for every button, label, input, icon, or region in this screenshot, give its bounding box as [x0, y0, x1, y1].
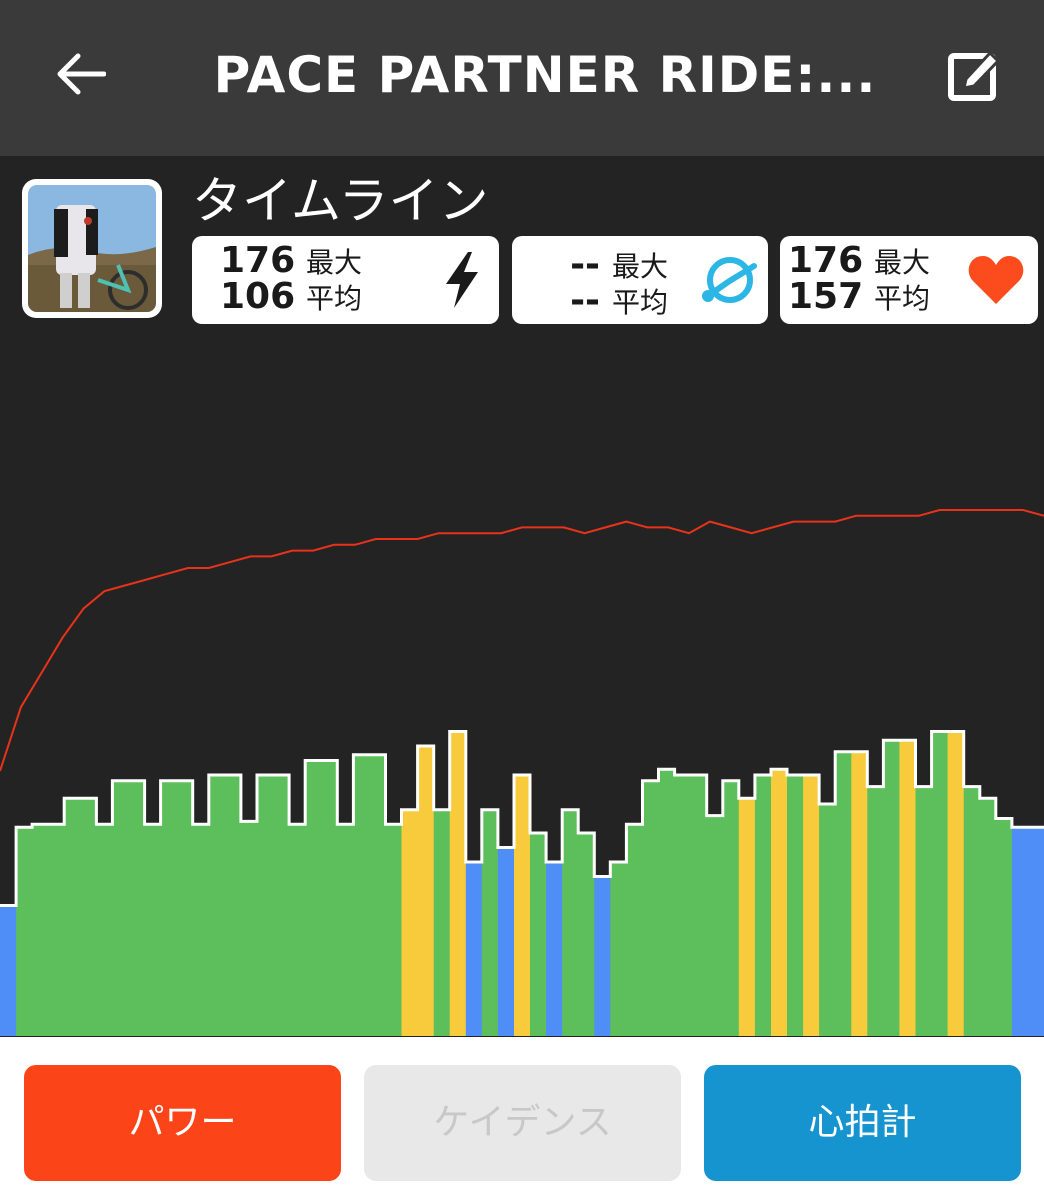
power-bar	[979, 798, 997, 1036]
power-bar	[546, 862, 563, 1036]
power-bar	[594, 876, 611, 1036]
power-bar	[64, 798, 81, 1036]
power-bar	[690, 775, 708, 1036]
cadence-avg-label: 平均	[612, 286, 669, 319]
power-bar	[112, 780, 130, 1036]
power-bar	[80, 798, 97, 1036]
power-bar	[610, 862, 627, 1036]
power-max-label: 最大	[306, 246, 363, 279]
power-bar	[96, 824, 114, 1036]
power-stat-card: 176 最大 106 平均	[192, 236, 499, 324]
power-bar	[16, 827, 33, 1036]
power-bar	[722, 780, 740, 1036]
power-bar	[514, 775, 531, 1036]
power-bar	[385, 824, 403, 1036]
heart-rate-stat-card: 176 最大 157 平均	[780, 236, 1038, 324]
power-bar	[867, 786, 884, 1036]
power-bar	[192, 824, 210, 1036]
heart-rate-avg-label: 平均	[874, 282, 931, 315]
power-bar	[706, 815, 724, 1036]
power-bar	[626, 824, 644, 1036]
power-bar	[369, 754, 387, 1036]
power-bar	[305, 760, 322, 1036]
timeline-chart	[0, 509, 1044, 1036]
power-bar	[642, 780, 660, 1036]
mode-selector: パワー ケイデンス 心拍計	[0, 1037, 1044, 1200]
power-bar	[578, 833, 595, 1036]
back-button[interactable]	[48, 44, 112, 104]
timeline-title: タイムライン	[192, 172, 489, 230]
power-bar	[337, 824, 354, 1036]
power-bar	[915, 786, 933, 1036]
power-bar	[995, 818, 1013, 1036]
power-bar	[401, 809, 419, 1036]
power-avg-value: 106	[220, 276, 296, 317]
power-bar	[0, 905, 17, 1036]
power-bar	[433, 809, 451, 1036]
cadence-icon	[698, 250, 758, 310]
power-bar	[224, 775, 242, 1036]
power-mode-button[interactable]: パワー	[24, 1065, 341, 1181]
cadence-stat-card: -- 最大 -- 平均	[512, 236, 768, 324]
heart-rate-mode-button[interactable]: 心拍計	[704, 1065, 1021, 1181]
power-bar	[257, 775, 274, 1036]
cadence-max-value: --	[570, 244, 600, 285]
power-bar	[835, 751, 852, 1036]
power-bar	[32, 824, 49, 1036]
power-bar	[947, 731, 965, 1036]
power-bar	[771, 769, 788, 1036]
heart-rate-max-label: 最大	[874, 246, 931, 279]
cadence-max-label: 最大	[612, 250, 669, 283]
top-bar: PACE PARTNER RIDE:...	[0, 0, 1044, 156]
power-bar	[899, 740, 917, 1036]
power-bar	[1011, 827, 1029, 1036]
power-bar	[658, 769, 676, 1036]
power-bar	[465, 862, 483, 1036]
power-bar	[562, 809, 579, 1036]
power-bar	[851, 751, 868, 1036]
power-bar	[240, 821, 258, 1036]
power-bar	[674, 775, 692, 1036]
lightning-icon	[432, 250, 492, 310]
power-bar	[963, 786, 981, 1036]
power-bar	[819, 804, 836, 1036]
power-bar	[1027, 827, 1044, 1036]
avatar[interactable]	[22, 179, 162, 318]
power-bar	[417, 746, 435, 1036]
heart-rate-line	[0, 509, 1044, 772]
power-max-value: 176	[220, 240, 296, 281]
power-bar	[321, 760, 338, 1036]
heart-icon	[966, 250, 1026, 310]
power-bar	[208, 775, 226, 1036]
power-bar	[754, 775, 772, 1036]
power-bar	[497, 847, 515, 1036]
power-bar	[449, 731, 467, 1036]
power-bar	[273, 775, 290, 1036]
power-bar	[128, 780, 146, 1036]
heart-rate-max-value: 176	[788, 240, 864, 281]
cadence-avg-value: --	[570, 280, 600, 321]
edit-button[interactable]	[942, 42, 1006, 106]
power-bar	[931, 731, 949, 1036]
power-bar	[353, 754, 371, 1036]
power-bar	[787, 775, 804, 1036]
power-bar	[738, 798, 756, 1036]
power-bar	[48, 824, 65, 1036]
avatar-photo	[28, 185, 156, 312]
cadence-mode-button[interactable]: ケイデンス	[364, 1065, 681, 1181]
power-bar	[803, 775, 820, 1036]
power-bar	[176, 780, 194, 1036]
power-bar	[883, 740, 901, 1036]
edit-icon	[948, 50, 1001, 101]
heart-rate-avg-value: 157	[788, 276, 864, 317]
page-title: PACE PARTNER RIDE:...	[213, 46, 877, 104]
power-bar	[160, 780, 178, 1036]
power-bar	[289, 824, 306, 1036]
power-bar	[481, 809, 499, 1036]
power-area	[0, 731, 1044, 1036]
power-bar	[144, 824, 162, 1036]
power-avg-label: 平均	[306, 282, 363, 315]
power-bar	[530, 833, 547, 1036]
arrow-left-icon	[57, 53, 106, 95]
